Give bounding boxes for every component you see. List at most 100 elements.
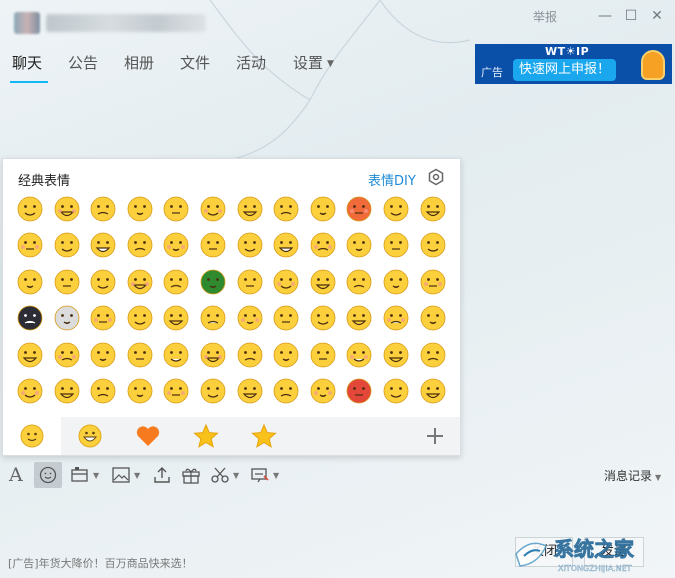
emoji-face-icon[interactable] <box>272 195 300 223</box>
category-tab-classic[interactable] <box>3 417 61 455</box>
ad-banner[interactable]: WT☀IP 广告 快速网上申报！ <box>475 44 672 84</box>
emoji-face-icon[interactable] <box>16 304 44 332</box>
tab-settings[interactable]: 设置 ▼ <box>293 52 334 73</box>
emoji-face-icon[interactable] <box>53 341 81 369</box>
emoji-face-icon[interactable] <box>16 231 44 259</box>
screenshot-button[interactable]: ▼ <box>70 464 99 486</box>
message-history-button[interactable]: 消息记录 ▼ <box>604 467 661 484</box>
emoji-face-icon[interactable] <box>272 377 300 405</box>
emoji-face-icon[interactable] <box>126 268 154 296</box>
group-avatar[interactable] <box>14 12 40 34</box>
close-icon[interactable]: ✕ <box>649 8 665 24</box>
emoji-face-icon[interactable] <box>236 268 264 296</box>
emoji-face-icon[interactable] <box>272 304 300 332</box>
emoji-face-icon[interactable] <box>53 304 81 332</box>
emoji-face-icon[interactable] <box>309 268 337 296</box>
emoji-face-icon[interactable] <box>16 195 44 223</box>
emoji-face-icon[interactable] <box>272 231 300 259</box>
emoji-face-icon[interactable] <box>345 231 373 259</box>
gear-icon[interactable] <box>427 168 445 186</box>
emoji-face-icon[interactable] <box>16 268 44 296</box>
emoji-face-icon[interactable] <box>89 304 117 332</box>
emoji-face-icon[interactable] <box>126 231 154 259</box>
category-tab-star-1[interactable] <box>177 417 235 455</box>
maximize-icon[interactable]: ☐ <box>623 8 639 24</box>
emoji-face-icon[interactable] <box>162 304 190 332</box>
emoji-face-icon[interactable] <box>419 195 447 223</box>
emoji-face-icon[interactable] <box>309 195 337 223</box>
emoji-face-icon[interactable] <box>309 304 337 332</box>
emoji-button[interactable] <box>34 462 62 488</box>
emoji-face-icon[interactable] <box>162 195 190 223</box>
gift-button[interactable] <box>181 464 201 486</box>
minimize-icon[interactable]: — <box>597 8 613 24</box>
emoji-face-icon[interactable] <box>382 195 410 223</box>
scissors-button[interactable]: ▼ <box>210 464 239 486</box>
emoji-face-icon[interactable] <box>53 231 81 259</box>
emoji-face-icon[interactable] <box>162 268 190 296</box>
emoji-face-icon[interactable] <box>162 341 190 369</box>
tab-chat[interactable]: 聊天 <box>12 52 42 73</box>
emoji-face-icon[interactable] <box>309 341 337 369</box>
emoji-face-icon[interactable] <box>236 304 264 332</box>
emoji-face-icon[interactable] <box>89 377 117 405</box>
emoji-face-icon[interactable] <box>236 341 264 369</box>
emoji-face-icon[interactable] <box>272 268 300 296</box>
emoji-face-icon[interactable] <box>345 377 373 405</box>
emoji-face-icon[interactable] <box>236 377 264 405</box>
emoji-face-icon[interactable] <box>382 304 410 332</box>
emoji-face-icon[interactable] <box>126 304 154 332</box>
emoji-face-icon[interactable] <box>162 377 190 405</box>
emoji-face-icon[interactable] <box>382 341 410 369</box>
emoji-face-icon[interactable] <box>126 341 154 369</box>
emoji-face-icon[interactable] <box>199 304 227 332</box>
emoji-face-icon[interactable] <box>199 231 227 259</box>
shake-button[interactable]: ▼ <box>250 464 279 486</box>
emoji-face-icon[interactable] <box>53 268 81 296</box>
emoji-face-icon[interactable] <box>162 231 190 259</box>
font-button[interactable]: A <box>9 464 23 486</box>
emoji-face-icon[interactable] <box>309 377 337 405</box>
emoji-face-icon[interactable] <box>16 341 44 369</box>
emoji-face-icon[interactable] <box>199 268 227 296</box>
category-tab-favorites[interactable] <box>119 417 177 455</box>
tab-album[interactable]: 相册 <box>124 52 154 73</box>
emoji-face-icon[interactable] <box>419 231 447 259</box>
emoji-diy-link[interactable]: 表情DIY <box>368 170 416 189</box>
add-emoji-pack-button[interactable] <box>423 424 447 448</box>
upload-button[interactable] <box>152 464 172 486</box>
tab-announcement[interactable]: 公告 <box>68 52 98 73</box>
emoji-face-icon[interactable] <box>126 377 154 405</box>
emoji-face-icon[interactable] <box>199 195 227 223</box>
emoji-face-icon[interactable] <box>236 231 264 259</box>
emoji-face-icon[interactable] <box>382 377 410 405</box>
emoji-face-icon[interactable] <box>16 377 44 405</box>
emoji-face-icon[interactable] <box>126 195 154 223</box>
emoji-face-icon[interactable] <box>89 195 117 223</box>
emoji-face-icon[interactable] <box>89 341 117 369</box>
report-link[interactable]: 举报 <box>533 8 557 25</box>
emoji-face-icon[interactable] <box>345 304 373 332</box>
emoji-face-icon[interactable] <box>345 195 373 223</box>
emoji-face-icon[interactable] <box>345 268 373 296</box>
image-button[interactable]: ▼ <box>111 464 140 486</box>
tab-files[interactable]: 文件 <box>180 52 210 73</box>
emoji-face-icon[interactable] <box>309 231 337 259</box>
emoji-face-icon[interactable] <box>199 341 227 369</box>
emoji-face-icon[interactable] <box>89 231 117 259</box>
category-tab-star-2[interactable] <box>235 417 293 455</box>
emoji-face-icon[interactable] <box>419 268 447 296</box>
emoji-face-icon[interactable] <box>419 304 447 332</box>
emoji-face-icon[interactable] <box>382 268 410 296</box>
emoji-face-icon[interactable] <box>236 195 264 223</box>
emoji-face-icon[interactable] <box>199 377 227 405</box>
emoji-face-icon[interactable] <box>53 195 81 223</box>
emoji-face-icon[interactable] <box>272 341 300 369</box>
emoji-face-icon[interactable] <box>53 377 81 405</box>
emoji-face-icon[interactable] <box>89 268 117 296</box>
category-tab-grin[interactable] <box>61 417 119 455</box>
emoji-face-icon[interactable] <box>345 341 373 369</box>
tab-activity[interactable]: 活动 <box>236 52 266 73</box>
emoji-face-icon[interactable] <box>419 377 447 405</box>
emoji-face-icon[interactable] <box>419 341 447 369</box>
